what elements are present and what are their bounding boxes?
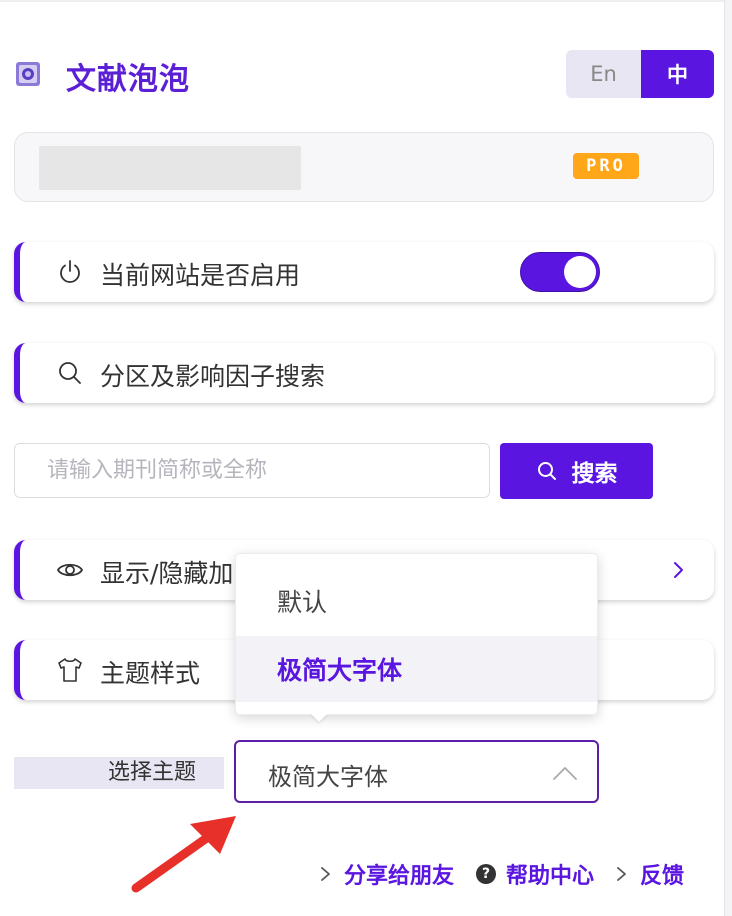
feedback-label: 反馈 <box>640 864 685 889</box>
search-icon <box>59 362 81 384</box>
bubble-logo-icon <box>16 62 40 86</box>
redacted-account-info <box>39 146 301 190</box>
account-panel: PRO <box>14 132 714 202</box>
language-switch: En 中 <box>566 50 714 98</box>
chevron-right-icon <box>674 562 683 578</box>
chevron-up-icon <box>553 767 577 780</box>
question-circle-icon: ? <box>476 864 496 884</box>
theme-option-minimal-large-font[interactable]: 极简大字体 <box>236 636 597 702</box>
journal-search-label: 分区及影响因子搜索 <box>100 362 326 391</box>
theme-select[interactable]: 极简大字体 <box>234 740 599 803</box>
window-scrollbar-track[interactable] <box>724 0 732 916</box>
pro-badge: PRO <box>573 153 639 179</box>
dropdown-pointer <box>310 713 328 722</box>
window-top-edge <box>0 0 724 2</box>
help-center-label: 帮助中心 <box>506 864 595 889</box>
eye-icon <box>56 563 84 577</box>
lang-zh-button[interactable]: 中 <box>641 50 714 98</box>
search-button[interactable]: 搜索 <box>500 443 653 499</box>
power-icon <box>60 260 80 283</box>
share-link[interactable]: 分享给朋友 <box>318 858 454 890</box>
search-icon <box>537 462 556 480</box>
theme-select-value: 极简大字体 <box>268 763 388 791</box>
site-enable-toggle[interactable] <box>520 252 600 292</box>
theme-dropdown-menu: 默认 极简大字体 <box>235 553 598 715</box>
journal-search-input[interactable] <box>14 443 490 498</box>
lang-en-button[interactable]: En <box>566 50 641 98</box>
help-center-link[interactable]: ? 帮助中心 <box>476 858 594 890</box>
journal-search-card[interactable]: 分区及影响因子搜索 <box>14 343 714 403</box>
feedback-link[interactable]: 反馈 <box>614 858 684 890</box>
chevron-right-icon <box>321 867 330 881</box>
site-enable-card: 当前网站是否启用 <box>14 242 714 302</box>
brand-title: 文献泡泡 <box>66 62 190 97</box>
tshirt-icon <box>58 658 82 682</box>
share-link-label: 分享给朋友 <box>344 864 455 889</box>
chevron-right-icon <box>617 867 626 881</box>
theme-style-label: 主题样式 <box>100 659 201 688</box>
toggle-knob <box>564 256 596 288</box>
theme-option-default[interactable]: 默认 <box>236 568 597 634</box>
theme-select-label: 选择主题 <box>108 760 197 785</box>
show-hide-label: 显示/隐藏加 <box>100 559 234 588</box>
site-enable-label: 当前网站是否启用 <box>100 261 301 290</box>
search-button-label: 搜索 <box>571 461 618 487</box>
red-arrow-annotation <box>131 816 236 893</box>
